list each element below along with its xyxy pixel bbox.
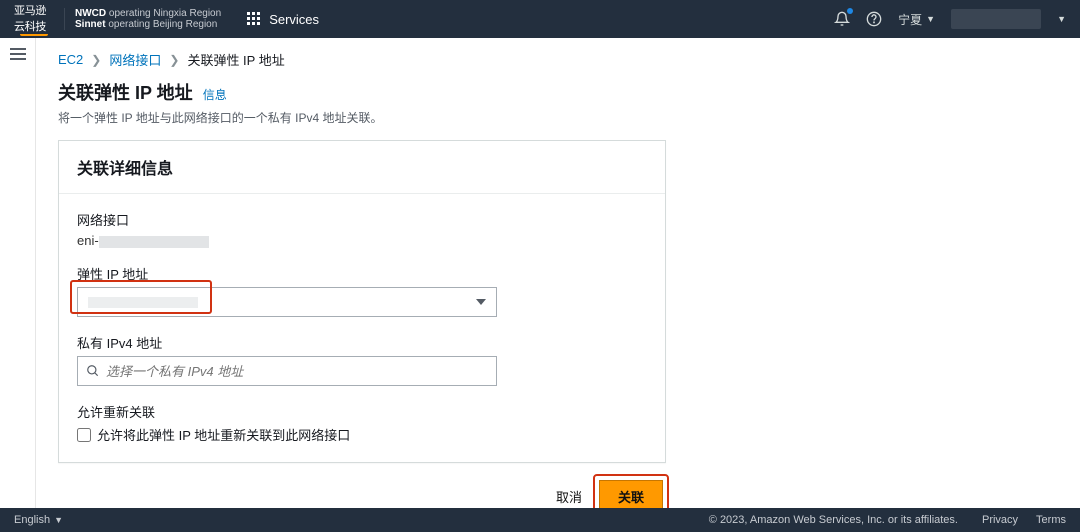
private-ip-select[interactable] (77, 356, 497, 386)
field-reassociate: 允许重新关联 允许将此弹性 IP 地址重新关联到此网络接口 (77, 402, 647, 444)
reassociate-checkbox[interactable] (77, 428, 91, 442)
side-rail (0, 38, 36, 508)
info-link[interactable]: 信息 (203, 86, 227, 103)
copyright-text: © 2023, Amazon Web Services, Inc. or its… (709, 514, 958, 526)
region-label: 宁夏 (898, 11, 922, 28)
cancel-button[interactable]: 取消 (552, 481, 586, 508)
breadcrumb-ec2[interactable]: EC2 (58, 52, 83, 67)
terms-link[interactable]: Terms (1036, 514, 1066, 526)
services-menu[interactable]: Services (247, 12, 319, 27)
reassociate-checkbox-row[interactable]: 允许将此弹性 IP 地址重新关联到此网络接口 (77, 425, 647, 444)
eip-label: 弹性 IP 地址 (77, 264, 647, 283)
redacted-eni-id (99, 236, 209, 248)
logo-text: 亚马逊云科技 (14, 2, 54, 34)
elastic-ip-select[interactable] (77, 287, 497, 317)
top-right-controls: 宁夏 ▼ ▼ (834, 9, 1066, 29)
chevron-down-icon: ▼ (54, 515, 63, 525)
details-panel: 关联详细信息 网络接口 eni- 弹性 IP 地址 私有 (58, 140, 666, 463)
logo-group: 亚马逊云科技 NWCD operating Ningxia Region Sin… (14, 8, 221, 30)
associate-button[interactable]: 关联 (599, 480, 663, 508)
page-subtitle: 将一个弹性 IP 地址与此网络接口的一个私有 IPv4 地址关联。 (58, 109, 1060, 126)
eni-label: 网络接口 (77, 210, 647, 229)
aws-logo[interactable]: 亚马逊云科技 (14, 8, 54, 30)
private-ip-input[interactable] (106, 364, 488, 379)
help-button[interactable] (866, 11, 882, 27)
field-elastic-ip: 弹性 IP 地址 (77, 264, 647, 317)
chevron-right-icon: ❯ (169, 53, 179, 67)
notification-dot-icon (847, 8, 853, 14)
language-label: English (14, 514, 50, 526)
services-label: Services (269, 12, 319, 27)
grid-icon (247, 12, 261, 26)
redacted-eip-value (88, 297, 198, 308)
account-menu[interactable] (951, 9, 1041, 29)
panel-header: 关联详细信息 (59, 141, 665, 194)
field-network-interface: 网络接口 eni- (77, 210, 647, 248)
eni-value: eni- (77, 233, 647, 248)
notifications-button[interactable] (834, 11, 850, 27)
reassociate-label: 允许重新关联 (77, 402, 647, 421)
page-title: 关联弹性 IP 地址 (58, 79, 193, 105)
help-icon (866, 11, 882, 27)
main-content: EC2 ❯ 网络接口 ❯ 关联弹性 IP 地址 关联弹性 IP 地址 信息 将一… (36, 38, 1080, 508)
field-private-ip: 私有 IPv4 地址 (77, 333, 647, 386)
breadcrumb: EC2 ❯ 网络接口 ❯ 关联弹性 IP 地址 (58, 50, 1060, 69)
chevron-down-icon (476, 299, 486, 305)
private-ip-label: 私有 IPv4 地址 (77, 333, 647, 352)
search-icon (86, 364, 100, 378)
privacy-link[interactable]: Privacy (982, 514, 1018, 526)
breadcrumb-current: 关联弹性 IP 地址 (187, 50, 284, 69)
language-selector[interactable]: English ▼ (14, 514, 63, 526)
partner-info: NWCD operating Ningxia Region Sinnet ope… (64, 8, 221, 30)
chevron-down-icon: ▼ (1057, 14, 1066, 24)
side-nav-toggle[interactable] (10, 48, 26, 60)
form-actions: 取消 关联 (58, 477, 666, 508)
reassociate-checkbox-label: 允许将此弹性 IP 地址重新关联到此网络接口 (97, 425, 350, 444)
footer: English ▼ © 2023, Amazon Web Services, I… (0, 508, 1080, 532)
breadcrumb-network-interfaces[interactable]: 网络接口 (109, 50, 161, 69)
chevron-down-icon: ▼ (926, 14, 935, 24)
top-nav: 亚马逊云科技 NWCD operating Ningxia Region Sin… (0, 0, 1080, 38)
region-selector[interactable]: 宁夏 ▼ (898, 11, 935, 28)
aws-smile-icon (20, 34, 48, 36)
chevron-right-icon: ❯ (91, 53, 101, 67)
